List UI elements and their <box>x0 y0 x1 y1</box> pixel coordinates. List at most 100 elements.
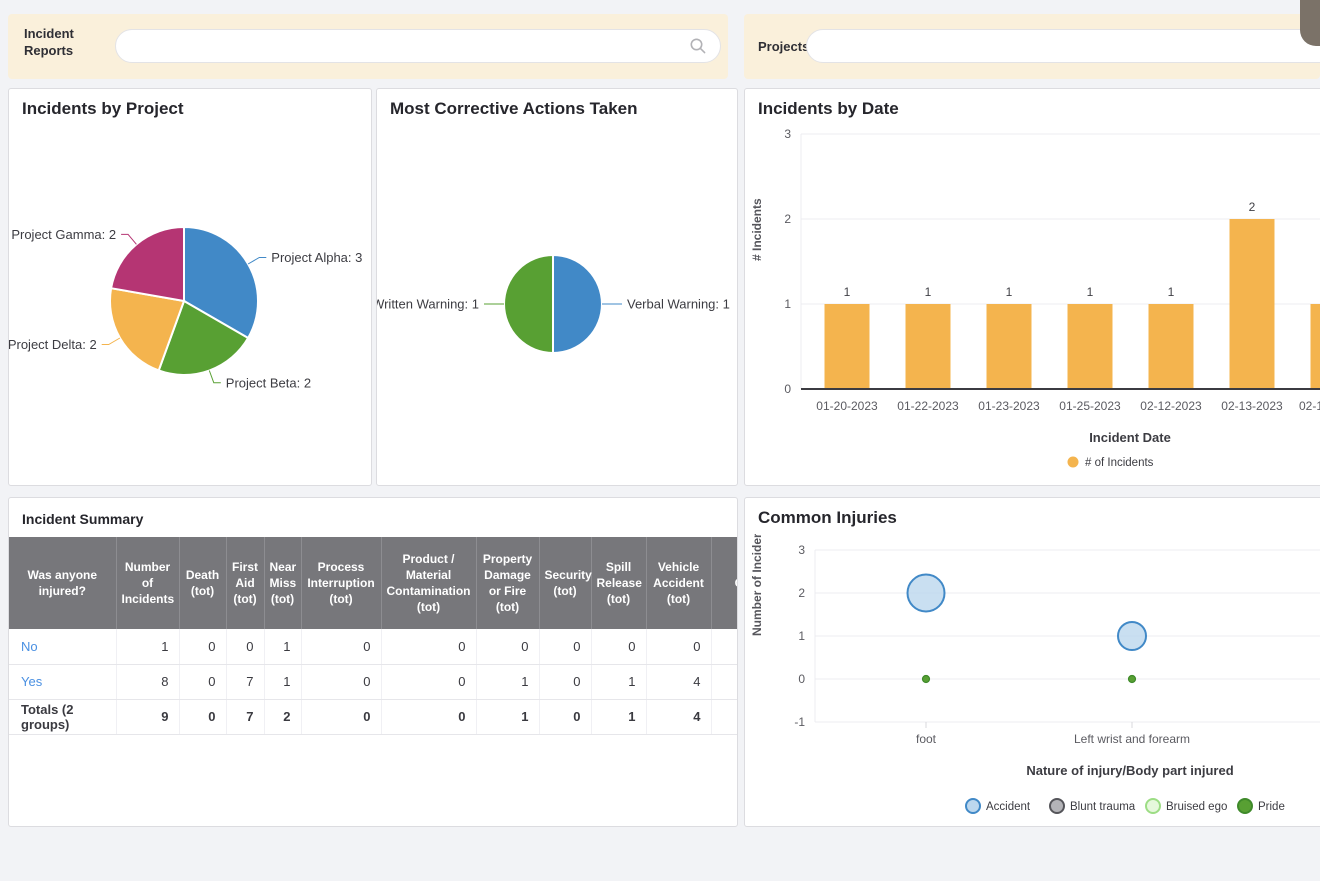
incident-summary-card: Incident Summary Was anyone injured?Numb… <box>8 497 738 827</box>
x-tick-label: 01-20-2023 <box>816 399 878 413</box>
x-tick-label: 01-22-2023 <box>897 399 959 413</box>
pie-label-line <box>209 371 221 383</box>
incidents-by-project-pie-chart: Project Alpha: 3Project Beta: 2Project D… <box>9 123 371 485</box>
pie-label-line <box>102 338 120 345</box>
incidents-by-date-bar-chart: 0123101-20-2023101-22-2023101-23-2023101… <box>745 121 1320 485</box>
value-cell: 0 <box>301 699 381 734</box>
value-cell <box>711 664 737 699</box>
column-header-was-anyone-injured-: Was anyone injured? <box>9 537 116 629</box>
y-tick-label: 0 <box>798 672 805 686</box>
legend-label: # of Incidents <box>1085 457 1154 469</box>
value-cell: 0 <box>381 699 476 734</box>
y-tick-label: 3 <box>784 127 791 141</box>
x-tick-label: 01-23-2023 <box>978 399 1040 413</box>
value-cell: 0 <box>539 629 591 664</box>
x-tick-label: Left wrist and forearm <box>1074 732 1190 746</box>
incidents-by-project-title: Incidents by Project <box>22 99 184 119</box>
bar-01-22-2023[interactable] <box>906 304 951 389</box>
value-cell: 0 <box>539 664 591 699</box>
value-cell: 1 <box>476 664 539 699</box>
incidents-by-project-card: Incidents by Project Project Alpha: 3Pro… <box>8 88 372 486</box>
row-label-cell[interactable]: Yes <box>9 664 116 699</box>
legend-label: Accident <box>986 801 1031 813</box>
legend-marker-incidents[interactable] <box>1068 457 1079 468</box>
bar-01-20-2023[interactable] <box>825 304 870 389</box>
value-cell: 7 <box>226 664 264 699</box>
value-cell: 4 <box>646 664 711 699</box>
bar-02-1[interactable] <box>1311 304 1320 389</box>
y-tick-label: -1 <box>794 715 805 729</box>
table-row-yes: Yes8071001014 <box>9 664 737 699</box>
incident-reports-filter-panel: Incident Reports <box>8 14 728 79</box>
value-cell <box>711 699 737 734</box>
legend-marker-bruised-ego[interactable] <box>1146 799 1160 813</box>
legend-label: Blunt trauma <box>1070 801 1136 813</box>
incident-reports-search-pill <box>115 29 721 63</box>
value-cell: 0 <box>381 629 476 664</box>
pie-label-line <box>121 234 136 244</box>
incident-reports-search-input[interactable] <box>116 30 688 62</box>
x-tick-label: 01-25-2023 <box>1059 399 1121 413</box>
incidents-by-date-card: Incidents by Date 0123101-20-2023101-22-… <box>744 88 1320 486</box>
bar-value-label: 1 <box>1168 285 1175 299</box>
value-cell: 0 <box>591 629 646 664</box>
x-tick-label: 02-1 <box>1299 399 1320 413</box>
legend-marker-accident[interactable] <box>966 799 980 813</box>
column-header-security-tot-: Security (tot) <box>539 537 591 629</box>
x-axis-title: Incident Date <box>1089 430 1171 445</box>
pie-slice-verbal-warning[interactable] <box>553 255 602 353</box>
legend-marker-pride[interactable] <box>1238 799 1252 813</box>
bar-value-label: 1 <box>1006 285 1013 299</box>
bar-01-23-2023[interactable] <box>987 304 1032 389</box>
row-filter-link[interactable]: Yes <box>21 674 42 689</box>
x-tick-label: foot <box>916 732 937 746</box>
row-filter-link[interactable]: No <box>21 639 38 654</box>
value-cell: 0 <box>381 664 476 699</box>
incidents-by-date-title: Incidents by Date <box>758 99 899 119</box>
y-tick-label: 3 <box>798 543 805 557</box>
bar-02-12-2023[interactable] <box>1149 304 1194 389</box>
corner-overlay-button[interactable] <box>1300 0 1320 46</box>
column-header-property-damage-or-fire-tot-: Property Damage or Fire (tot) <box>476 537 539 629</box>
value-cell: 1 <box>591 664 646 699</box>
y-tick-label: 0 <box>784 382 791 396</box>
bar-value-label: 1 <box>1087 285 1094 299</box>
x-tick-label: 02-12-2023 <box>1140 399 1202 413</box>
scatter-point-pride[interactable] <box>923 676 930 683</box>
value-cell: 8 <box>116 664 179 699</box>
incident-summary-table-wrapper: Was anyone injured?Number of IncidentsDe… <box>9 537 737 826</box>
scatter-point-accident[interactable] <box>1118 622 1146 650</box>
projects-search-input[interactable] <box>807 30 1320 62</box>
legend-marker-blunt-trauma[interactable] <box>1050 799 1064 813</box>
common-injuries-card: Common Injuries 3210-1footLeft wrist and… <box>744 497 1320 827</box>
column-header-death-tot-: Death (tot) <box>179 537 226 629</box>
column-header-vehicle-accident-tot-: Vehicle Accident (tot) <box>646 537 711 629</box>
scatter-point-pride[interactable] <box>1129 676 1136 683</box>
column-header-process-interruption-tot-: Process Interruption (tot) <box>301 537 381 629</box>
common-injuries-scatter-chart: 3210-1footLeft wrist and forearmNumber o… <box>745 534 1320 826</box>
scatter-point-accident[interactable] <box>908 575 945 612</box>
y-axis-title: Number of Incidents <box>750 534 764 636</box>
y-axis-title: # Incidents <box>750 198 764 261</box>
value-cell: 4 <box>646 699 711 734</box>
value-cell: 2 <box>264 699 301 734</box>
bar-01-25-2023[interactable] <box>1068 304 1113 389</box>
bar-value-label: 1 <box>925 285 932 299</box>
bar-02-13-2023[interactable] <box>1230 219 1275 389</box>
row-label-cell[interactable]: No <box>9 629 116 664</box>
pie-slice-label: Project Alpha: 3 <box>271 250 362 265</box>
row-label-cell: Totals (2 groups) <box>9 699 116 734</box>
pie-label-line <box>248 258 266 265</box>
column-header-product-material-contamination-tot-: Product / Material Contamination (tot) <box>381 537 476 629</box>
column-header-near-miss-tot-: Near Miss (tot) <box>264 537 301 629</box>
pie-slice-written-warning[interactable] <box>504 255 553 353</box>
incident-summary-title: Incident Summary <box>22 511 143 527</box>
corrective-actions-card: Most Corrective Actions Taken Verbal War… <box>376 88 738 486</box>
value-cell: 0 <box>179 664 226 699</box>
value-cell: 7 <box>226 699 264 734</box>
value-cell: 0 <box>646 629 711 664</box>
pie-slice-project-gamma[interactable] <box>111 227 184 301</box>
pie-slice-label: Written Warning: 1 <box>377 297 479 312</box>
column-header-first-aid-tot-: First Aid (tot) <box>226 537 264 629</box>
incident-summary-table: Was anyone injured?Number of IncidentsDe… <box>9 537 737 735</box>
